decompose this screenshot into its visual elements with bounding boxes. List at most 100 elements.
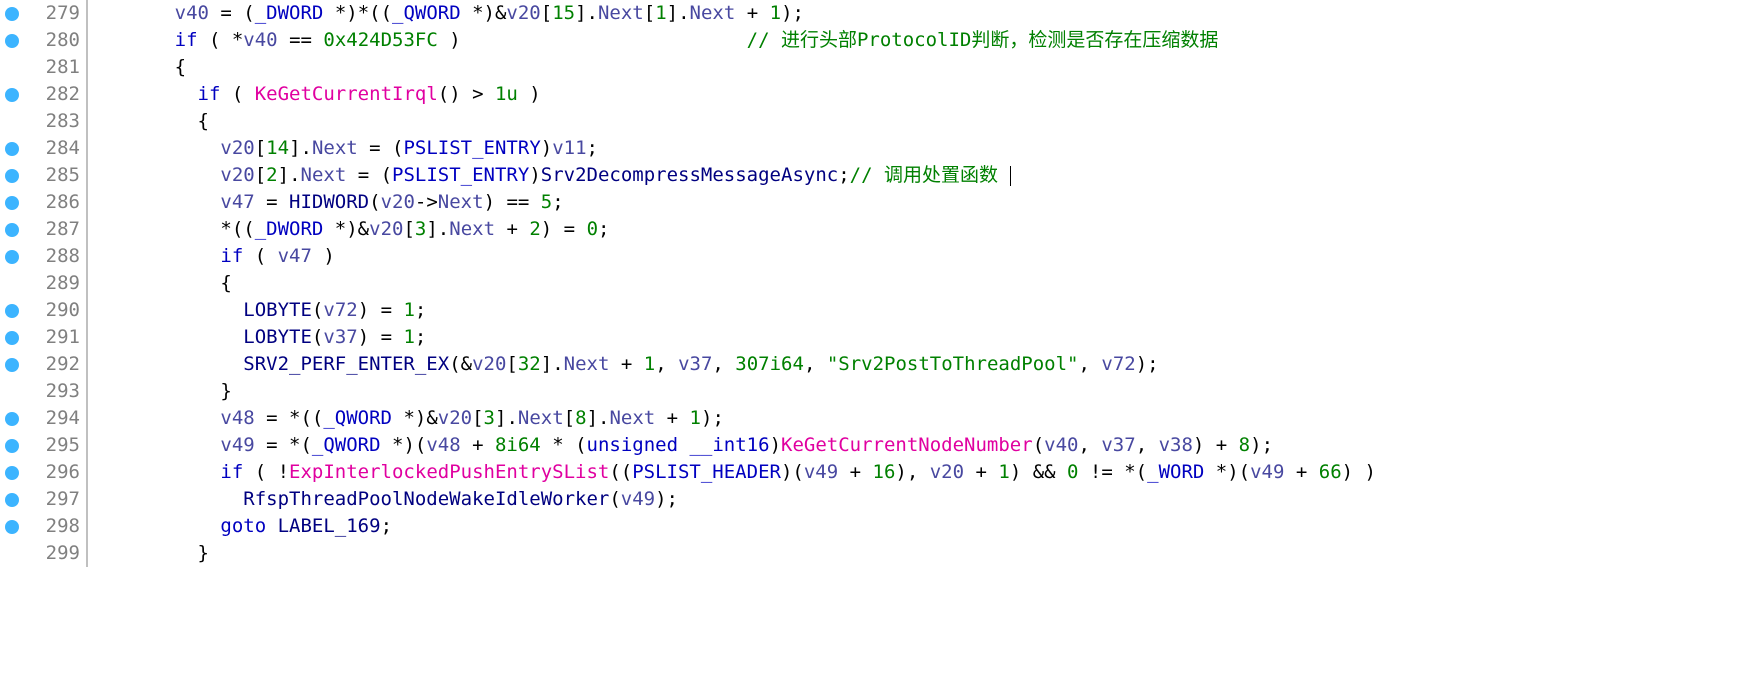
breakpoint-gutter[interactable] <box>0 243 24 270</box>
code-text[interactable]: RfspThreadPoolNodeWakeIdleWorker(v49); <box>88 486 1758 513</box>
indent <box>106 326 243 348</box>
breakpoint-dot-icon[interactable] <box>5 34 19 48</box>
breakpoint-dot-icon[interactable] <box>5 412 19 426</box>
breakpoint-dot-icon[interactable] <box>5 223 19 237</box>
breakpoint-gutter[interactable] <box>0 324 24 351</box>
breakpoint-gutter[interactable] <box>0 81 24 108</box>
code-line[interactable]: 293 } <box>0 378 1758 405</box>
breakpoint-dot-icon[interactable] <box>5 169 19 183</box>
code-text[interactable]: LOBYTE(v72) = 1; <box>88 297 1758 324</box>
code-text[interactable]: if ( KeGetCurrentIrql() > 1u ) <box>88 81 1758 108</box>
code-line[interactable]: 283 { <box>0 108 1758 135</box>
line-number: 298 <box>24 513 80 540</box>
breakpoint-gutter[interactable] <box>0 189 24 216</box>
breakpoint-dot-icon[interactable] <box>5 331 19 345</box>
code-line[interactable]: 291 LOBYTE(v37) = 1; <box>0 324 1758 351</box>
code-line[interactable]: 294 v48 = *((_QWORD *)&v20[3].Next[8].Ne… <box>0 405 1758 432</box>
code-text[interactable]: { <box>88 270 1758 297</box>
code-line[interactable]: 281 { <box>0 54 1758 81</box>
code-line[interactable]: 287 *((_DWORD *)&v20[3].Next + 2) = 0; <box>0 216 1758 243</box>
plain-token: )( <box>781 461 804 483</box>
code-text[interactable]: v40 = (_DWORD *)*((_QWORD *)&v20[15].Nex… <box>88 0 1758 27</box>
breakpoint-gutter[interactable] <box>0 108 24 135</box>
code-text[interactable]: SRV2_PERF_ENTER_EX(&v20[32].Next + 1, v3… <box>88 351 1758 378</box>
code-text[interactable]: { <box>88 108 1758 135</box>
breakpoint-gutter[interactable] <box>0 216 24 243</box>
code-text[interactable]: LOBYTE(v37) = 1; <box>88 324 1758 351</box>
code-text[interactable]: v49 = *(_QWORD *)(v48 + 8i64 * (unsigned… <box>88 432 1758 459</box>
code-line[interactable]: 298 goto LABEL_169; <box>0 513 1758 540</box>
breakpoint-dot-icon[interactable] <box>5 304 19 318</box>
breakpoint-dot-icon[interactable] <box>5 142 19 156</box>
code-text[interactable]: *((_DWORD *)&v20[3].Next + 2) = 0; <box>88 216 1758 243</box>
breakpoint-gutter[interactable] <box>0 0 24 27</box>
code-line[interactable]: 282 if ( KeGetCurrentIrql() > 1u ) <box>0 81 1758 108</box>
breakpoint-gutter[interactable] <box>0 297 24 324</box>
code-text[interactable]: } <box>88 540 1758 567</box>
breakpoint-gutter[interactable] <box>0 459 24 486</box>
code-text[interactable]: if ( v47 ) <box>88 243 1758 270</box>
code-line[interactable]: 290 LOBYTE(v72) = 1; <box>0 297 1758 324</box>
code-line[interactable]: 296 if ( !ExpInterlockedPushEntrySList((… <box>0 459 1758 486</box>
code-line[interactable]: 295 v49 = *(_QWORD *)(v48 + 8i64 * (unsi… <box>0 432 1758 459</box>
breakpoint-dot-icon[interactable] <box>5 493 19 507</box>
cmt-token: // 进行头部ProtocolID判断，检测是否存在压缩数据 <box>747 29 1219 51</box>
code-line[interactable]: 299 } <box>0 540 1758 567</box>
breakpoint-gutter[interactable] <box>0 54 24 81</box>
code-text[interactable]: v48 = *((_QWORD *)&v20[3].Next[8].Next +… <box>88 405 1758 432</box>
breakpoint-gutter[interactable] <box>0 378 24 405</box>
line-number: 297 <box>24 486 80 513</box>
code-text[interactable]: { <box>88 54 1758 81</box>
line-number: 288 <box>24 243 80 270</box>
breakpoint-dot-icon[interactable] <box>5 250 19 264</box>
code-text[interactable]: goto LABEL_169; <box>88 513 1758 540</box>
breakpoint-gutter[interactable] <box>0 432 24 459</box>
type-token: _WORD <box>1147 461 1204 483</box>
var-token: v49 <box>804 461 838 483</box>
indent <box>106 83 198 105</box>
code-line[interactable]: 280 if ( *v40 == 0x424D53FC ) // 进行头部Pro… <box>0 27 1758 54</box>
code-text[interactable]: if ( *v40 == 0x424D53FC ) // 进行头部Protoco… <box>88 27 1758 54</box>
breakpoint-dot-icon[interactable] <box>5 7 19 21</box>
breakpoint-gutter[interactable] <box>0 351 24 378</box>
num-token: 1 <box>403 326 414 348</box>
plain-token: ; <box>415 299 426 321</box>
breakpoint-gutter[interactable] <box>0 270 24 297</box>
num-token: 15 <box>552 2 575 24</box>
breakpoint-gutter[interactable] <box>0 513 24 540</box>
code-line[interactable]: 285 v20[2].Next = (PSLIST_ENTRY)Srv2Deco… <box>0 162 1758 189</box>
breakpoint-gutter[interactable] <box>0 27 24 54</box>
code-text[interactable]: v47 = HIDWORD(v20->Next) == 5; <box>88 189 1758 216</box>
plain-token: ; <box>552 191 563 213</box>
breakpoint-gutter[interactable] <box>0 405 24 432</box>
plain-token: (& <box>449 353 472 375</box>
breakpoint-dot-icon[interactable] <box>5 439 19 453</box>
code-line[interactable]: 289 { <box>0 270 1758 297</box>
num-token: 1 <box>770 2 781 24</box>
code-text[interactable]: } <box>88 378 1758 405</box>
code-text[interactable]: v20[14].Next = (PSLIST_ENTRY)v11; <box>88 135 1758 162</box>
breakpoint-gutter[interactable] <box>0 486 24 513</box>
code-line[interactable]: 279 v40 = (_DWORD *)*((_QWORD *)&v20[15]… <box>0 0 1758 27</box>
code-line[interactable]: 286 v47 = HIDWORD(v20->Next) == 5; <box>0 189 1758 216</box>
code-text[interactable]: v20[2].Next = (PSLIST_ENTRY)Srv2Decompre… <box>88 162 1758 189</box>
code-line[interactable]: 297 RfspThreadPoolNodeWakeIdleWorker(v49… <box>0 486 1758 513</box>
breakpoint-dot-icon[interactable] <box>5 358 19 372</box>
code-text[interactable]: if ( !ExpInterlockedPushEntrySList((PSLI… <box>88 459 1758 486</box>
breakpoint-gutter[interactable] <box>0 135 24 162</box>
breakpoint-dot-icon[interactable] <box>5 520 19 534</box>
plain-token: ) <box>312 245 335 267</box>
code-line[interactable]: 292 SRV2_PERF_ENTER_EX(&v20[32].Next + 1… <box>0 351 1758 378</box>
line-number: 286 <box>24 189 80 216</box>
code-editor[interactable]: 279 v40 = (_DWORD *)*((_QWORD *)&v20[15]… <box>0 0 1758 567</box>
code-line[interactable]: 288 if ( v47 ) <box>0 243 1758 270</box>
line-number: 283 <box>24 108 80 135</box>
code-line[interactable]: 284 v20[14].Next = (PSLIST_ENTRY)v11; <box>0 135 1758 162</box>
breakpoint-dot-icon[interactable] <box>5 88 19 102</box>
breakpoint-dot-icon[interactable] <box>5 466 19 480</box>
breakpoint-gutter[interactable] <box>0 162 24 189</box>
plain-token: ) = <box>541 218 587 240</box>
breakpoint-gutter[interactable] <box>0 540 24 567</box>
breakpoint-dot-icon[interactable] <box>5 196 19 210</box>
num-token: 8i64 <box>495 434 541 456</box>
